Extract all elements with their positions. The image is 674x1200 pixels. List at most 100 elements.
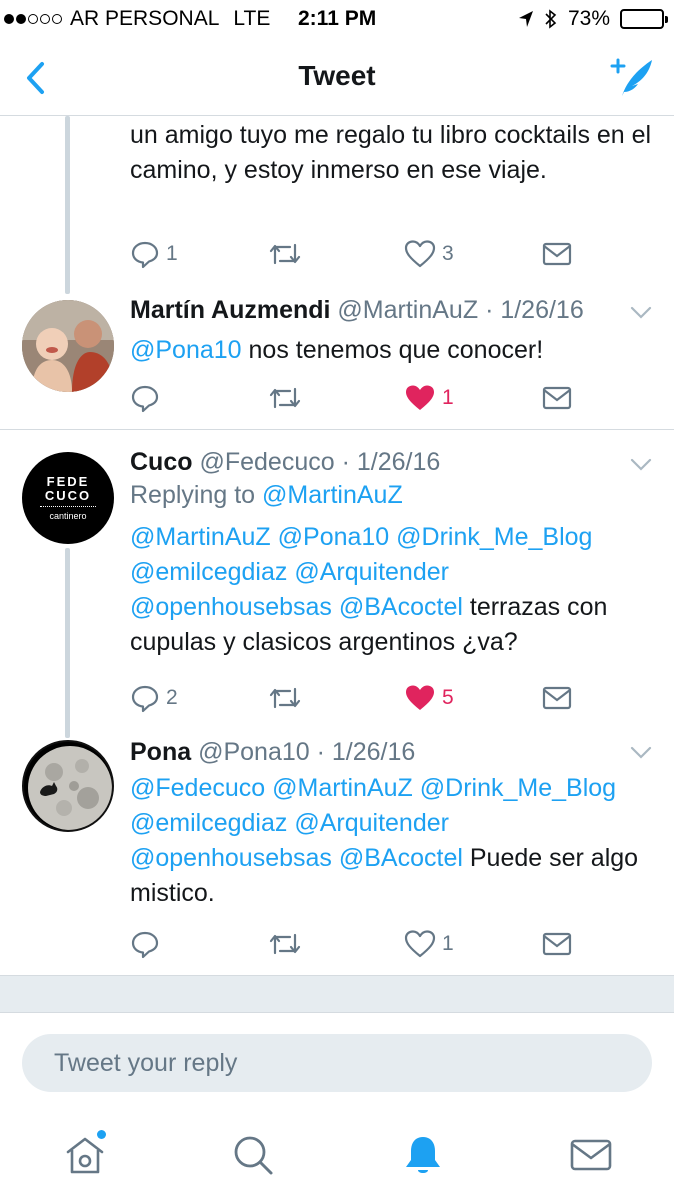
reply-box[interactable] (22, 1034, 652, 1092)
dm-share-button[interactable] (542, 680, 572, 716)
replying-label: Replying to (130, 481, 256, 509)
heart-icon (404, 240, 436, 268)
retweet-icon (269, 243, 301, 265)
mention-link[interactable]: @openhousebsas (130, 593, 332, 621)
mention-link[interactable]: @emilcegdiaz (130, 809, 287, 837)
location-arrow-icon (518, 11, 533, 27)
mention-link[interactable]: @Drink_Me_Blog (420, 774, 616, 802)
retweet-icon (269, 687, 301, 709)
like-count: 5 (442, 686, 454, 709)
retweet-button[interactable] (268, 926, 302, 962)
avatar[interactable] (22, 300, 114, 392)
like-button[interactable]: 3 (404, 236, 454, 272)
heart-filled-icon (406, 385, 434, 410)
reply-count: 2 (166, 686, 178, 709)
reply-icon (131, 931, 159, 959)
carrier-name: AR PERSONAL (70, 7, 220, 30)
avatar-moon-photo (24, 742, 112, 830)
tweet-header: Martín Auzmendi @MartinAuZ · 1/26/16 (130, 296, 654, 325)
avatar-logo-rule (40, 506, 96, 508)
mention-link[interactable]: @Pona10 (130, 336, 242, 364)
retweet-button[interactable] (268, 380, 302, 416)
mention-link[interactable]: @MartinAuZ (130, 523, 271, 551)
bluetooth-icon (545, 9, 557, 29)
retweet-button[interactable] (268, 680, 302, 716)
tweet-item[interactable]: Martín Auzmendi @MartinAuZ · 1/26/16 @Po… (0, 282, 674, 428)
tweet-item[interactable]: FEDE CUCO cantinero Cuco @Fedecuco · 1/2… (0, 430, 674, 726)
avatar-logo-text: CUCO (44, 488, 92, 503)
tweet-date: · 1/26/16 (316, 738, 416, 766)
author-name[interactable]: Pona (130, 738, 191, 766)
author-handle[interactable]: @Fedecuco (199, 448, 334, 476)
retweet-button[interactable] (268, 236, 302, 272)
author-name[interactable]: Cuco (130, 448, 193, 476)
battery-percent: 73% (567, 7, 610, 30)
dm-share-button[interactable] (542, 926, 572, 962)
tweet-text: @Pona10 nos tenemos que conocer! (130, 333, 654, 368)
section-separator (0, 975, 674, 1013)
tab-messages[interactable] (566, 1130, 616, 1180)
signal-strength-icon (4, 14, 62, 24)
mention-link[interactable]: @MartinAuZ (272, 774, 413, 802)
avatar-photo (22, 300, 114, 392)
reply-button[interactable] (130, 926, 166, 962)
reply-button[interactable]: 1 (130, 236, 178, 272)
mention-link[interactable]: @openhousebsas (130, 844, 332, 872)
tweet-item[interactable]: Pona @Pona10 · 1/26/16 @Fedecuco @Martin… (0, 726, 674, 974)
chevron-down-icon[interactable] (630, 746, 652, 760)
tweet-header: Pona @Pona10 · 1/26/16 (130, 738, 654, 767)
search-icon (234, 1136, 273, 1175)
tab-home[interactable] (60, 1130, 110, 1180)
dm-share-button[interactable] (542, 380, 572, 416)
chevron-down-icon[interactable] (630, 306, 652, 320)
tweet-actions: 1 3 (130, 236, 574, 272)
network-type: LTE (233, 7, 271, 30)
tab-notifications[interactable] (398, 1130, 448, 1180)
mention-link[interactable]: @Arquitender (294, 809, 449, 837)
mention-link[interactable]: @Arquitender (294, 558, 449, 586)
avatar[interactable]: FEDE CUCO cantinero (22, 452, 114, 544)
author-handle[interactable]: @MartinAuZ (337, 296, 478, 324)
mail-icon (542, 932, 572, 956)
avatar-logo-text: cantinero (49, 511, 87, 521)
avatar-logo-text: FEDE (46, 474, 90, 489)
tab-search[interactable] (228, 1130, 278, 1180)
mention-link[interactable]: @emilcegdiaz (130, 558, 287, 586)
tweet-actions: 1 (130, 380, 574, 416)
reply-icon (131, 685, 159, 713)
author-name[interactable]: Martín Auzmendi (130, 296, 330, 324)
replying-to-link[interactable]: @MartinAuZ (262, 481, 403, 509)
like-button[interactable]: 1 (404, 926, 454, 962)
tweet-actions: 1 (130, 926, 574, 962)
mention-link[interactable]: @Drink_Me_Blog (396, 523, 592, 551)
bell-icon (406, 1137, 440, 1173)
status-right: 73% (518, 7, 668, 31)
like-count: 3 (442, 242, 454, 265)
mail-icon (542, 242, 572, 266)
reply-button[interactable] (130, 380, 166, 416)
mention-link[interactable]: @Fedecuco (130, 774, 265, 802)
reply-icon (131, 385, 159, 413)
chevron-down-icon[interactable] (630, 458, 652, 472)
mention-link[interactable]: @BAcoctel (339, 593, 463, 621)
page-title: Tweet (298, 60, 376, 91)
dm-share-button[interactable] (542, 236, 572, 272)
mail-icon (542, 686, 572, 710)
reply-button[interactable]: 2 (130, 680, 178, 716)
tweet-text: un amigo tuyo me regalo tu libro cocktai… (130, 121, 652, 184)
nav-bar: Tweet (0, 38, 674, 116)
tab-bar (0, 1112, 674, 1200)
like-button[interactable]: 1 (404, 380, 454, 416)
mention-link[interactable]: @Pona10 (278, 523, 390, 551)
compose-tweet-icon[interactable] (608, 54, 656, 100)
reply-input[interactable] (22, 1034, 652, 1092)
avatar[interactable] (22, 740, 114, 832)
replying-to: Replying to @MartinAuZ (130, 481, 654, 510)
tweet-body: nos tenemos que conocer! (248, 336, 544, 364)
author-handle[interactable]: @Pona10 (198, 738, 310, 766)
notification-dot (97, 1130, 106, 1139)
mention-link[interactable]: @BAcoctel (339, 844, 463, 872)
tweet-date: · 1/26/16 (341, 448, 441, 476)
tweet-item[interactable]: un amigo tuyo me regalo tu libro cocktai… (0, 116, 674, 281)
like-button[interactable]: 5 (404, 680, 454, 716)
